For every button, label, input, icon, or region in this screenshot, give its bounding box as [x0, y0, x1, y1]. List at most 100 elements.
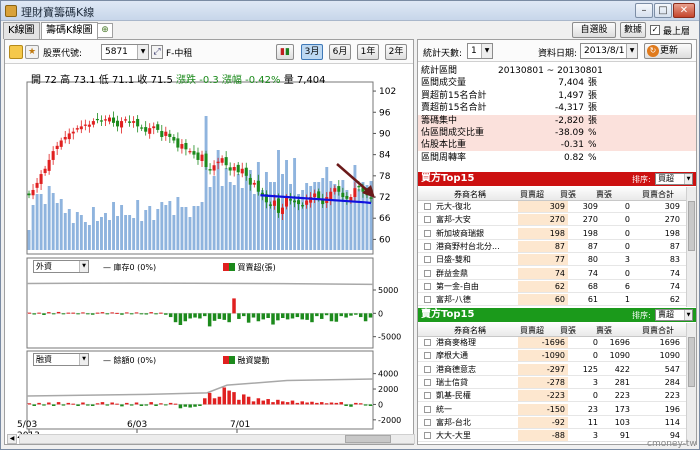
refresh-button[interactable]: ↻ 更新 — [644, 43, 692, 59]
row-checkbox[interactable] — [424, 365, 431, 373]
row-checkbox[interactable] — [424, 216, 431, 224]
table-row[interactable]: 富邦-台北 -92 11 103 114 — [418, 416, 686, 429]
scroll-thumb[interactable] — [345, 435, 391, 443]
column-header[interactable]: 券商名稱 — [454, 325, 486, 336]
row-checkbox[interactable] — [424, 432, 431, 440]
table-row[interactable]: 日盛-雙和 77 80 3 83 — [418, 254, 686, 267]
table-row[interactable]: 港商野村台北分... 87 87 0 87 — [418, 240, 686, 253]
column-header[interactable]: 買張 — [560, 189, 576, 200]
foreign-select[interactable]: 外資 ▼ — [33, 260, 89, 273]
table-row[interactable]: 摩根大通 -1090 0 1090 1090 — [418, 350, 686, 363]
table-row[interactable]: 大大-大里 -88 3 91 94 — [418, 430, 686, 443]
margin-bar — [212, 398, 217, 405]
column-header[interactable]: 券商名稱 — [454, 189, 486, 200]
sell-scrollbar[interactable] — [686, 323, 696, 445]
row-checkbox[interactable] — [424, 203, 431, 210]
row-checkbox[interactable] — [424, 282, 431, 290]
period-2y-button[interactable]: 2年 — [385, 44, 407, 60]
foreign-bar — [100, 312, 105, 314]
date-picker[interactable]: 2013/8/1 ▼ — [580, 43, 638, 59]
column-header[interactable]: 買張 — [560, 325, 576, 336]
row-checkbox[interactable] — [424, 296, 431, 304]
maximize-button[interactable]: □ — [654, 3, 672, 18]
table-row[interactable]: 港商麥格理 -1696 0 1696 1696 — [418, 337, 686, 349]
candle-body — [39, 174, 43, 184]
margin-bar — [339, 402, 343, 405]
tab-chip-kline[interactable]: 籌碼K線圖 — [41, 22, 98, 40]
search-icon[interactable]: ⤢ — [151, 45, 163, 59]
add-tab-icon[interactable]: ⊕ — [97, 23, 113, 38]
margin-bar — [232, 392, 236, 405]
foreign-bar — [188, 313, 192, 319]
star-icon[interactable]: ★ — [25, 45, 39, 59]
foreign-bar — [217, 313, 222, 319]
candle-body — [212, 165, 216, 171]
row-checkbox[interactable] — [424, 339, 431, 346]
margin-bar — [66, 402, 71, 405]
period-3m-button[interactable]: 3月 — [301, 44, 323, 60]
row-checkbox[interactable] — [424, 242, 431, 250]
stat-days-select[interactable]: 1 ▼ — [467, 43, 493, 59]
volume-bar — [224, 168, 228, 250]
row-checkbox[interactable] — [424, 392, 431, 400]
column-header[interactable]: 賣張 — [596, 189, 612, 200]
net-buy-cell: -1090 — [518, 350, 568, 362]
margin-legend-balance: — 餘額0 (0%) — [103, 356, 157, 365]
app-icon — [5, 5, 17, 17]
foreign-bar — [207, 313, 212, 327]
candle-body — [43, 168, 47, 174]
chart-type-icon[interactable]: ▮▮ — [276, 44, 294, 60]
candle-body — [216, 161, 220, 164]
sell-sort-select[interactable]: 賣超 ▼ — [655, 309, 693, 321]
net-buy-cell: 62 — [518, 280, 568, 292]
volume-bar — [59, 199, 63, 250]
table-row[interactable]: 港商德意志 -297 125 422 547 — [418, 363, 686, 376]
horizontal-scrollbar[interactable] — [19, 434, 415, 444]
buy-cell: 11 — [587, 417, 598, 427]
column-header[interactable]: 買賣合計 — [642, 325, 674, 336]
period-1y-button[interactable]: 1年 — [357, 44, 379, 60]
row-checkbox[interactable] — [424, 378, 431, 386]
period-6m-button[interactable]: 6月 — [329, 44, 351, 60]
table-row[interactable]: 富邦-大安 270 270 0 270 — [418, 214, 686, 227]
candle-body — [35, 182, 39, 188]
table-row[interactable]: 第一金-自由 62 68 6 74 — [418, 280, 686, 293]
table-row[interactable]: 凱基-民權 -223 0 223 223 — [418, 390, 686, 403]
row-checkbox[interactable] — [424, 352, 431, 360]
table-row[interactable]: 新加坡商瑞銀 198 198 0 198 — [418, 227, 686, 240]
column-header[interactable]: 買賣超 — [520, 325, 544, 336]
net-buy-cell: 74 — [518, 267, 568, 279]
margin-bar — [242, 394, 246, 405]
table-row[interactable]: 群益金鼎 74 74 0 74 — [418, 267, 686, 280]
table-row[interactable]: 元大-復北 309 309 0 309 — [418, 201, 686, 213]
foreign-bar — [86, 313, 90, 315]
column-header[interactable]: 賣張 — [596, 325, 612, 336]
buy-scrollbar[interactable] — [686, 187, 696, 307]
column-header[interactable]: 買賣合計 — [642, 189, 674, 200]
folder-icon[interactable] — [9, 45, 23, 59]
column-header[interactable]: 買賣超 — [520, 189, 544, 200]
margin-select[interactable]: 融資 ▼ — [33, 353, 89, 366]
foreign-bar — [90, 313, 95, 315]
custom-stocks-button[interactable]: 自選股 — [572, 22, 616, 38]
row-checkbox[interactable] — [424, 229, 431, 237]
table-row[interactable]: 統一 -150 23 173 196 — [418, 403, 686, 416]
row-checkbox[interactable] — [424, 405, 431, 413]
close-button[interactable]: ✕ — [673, 3, 695, 18]
minimize-button[interactable]: – — [635, 3, 653, 18]
buy-cell: 23 — [587, 404, 598, 414]
table-row[interactable]: 富邦-八德 60 61 1 62 — [418, 294, 686, 307]
topmost-checkbox[interactable]: ✓ — [650, 25, 660, 35]
stock-code-select[interactable]: 5871 ▼ — [101, 44, 149, 60]
row-checkbox[interactable] — [424, 269, 431, 277]
table-row[interactable]: 瑞士信貸 -278 3 281 284 — [418, 376, 686, 389]
candle-body — [208, 169, 212, 171]
row-checkbox[interactable] — [424, 418, 431, 426]
margin-bar — [56, 402, 61, 405]
volume-bar — [305, 183, 309, 250]
scroll-left-arrow[interactable]: ◀ — [7, 434, 17, 444]
tab-kline[interactable]: K線圖 — [3, 22, 40, 39]
buy-sort-select[interactable]: 買超 ▼ — [655, 173, 693, 185]
row-checkbox[interactable] — [424, 256, 431, 264]
data-button[interactable]: 數據 — [620, 22, 646, 38]
